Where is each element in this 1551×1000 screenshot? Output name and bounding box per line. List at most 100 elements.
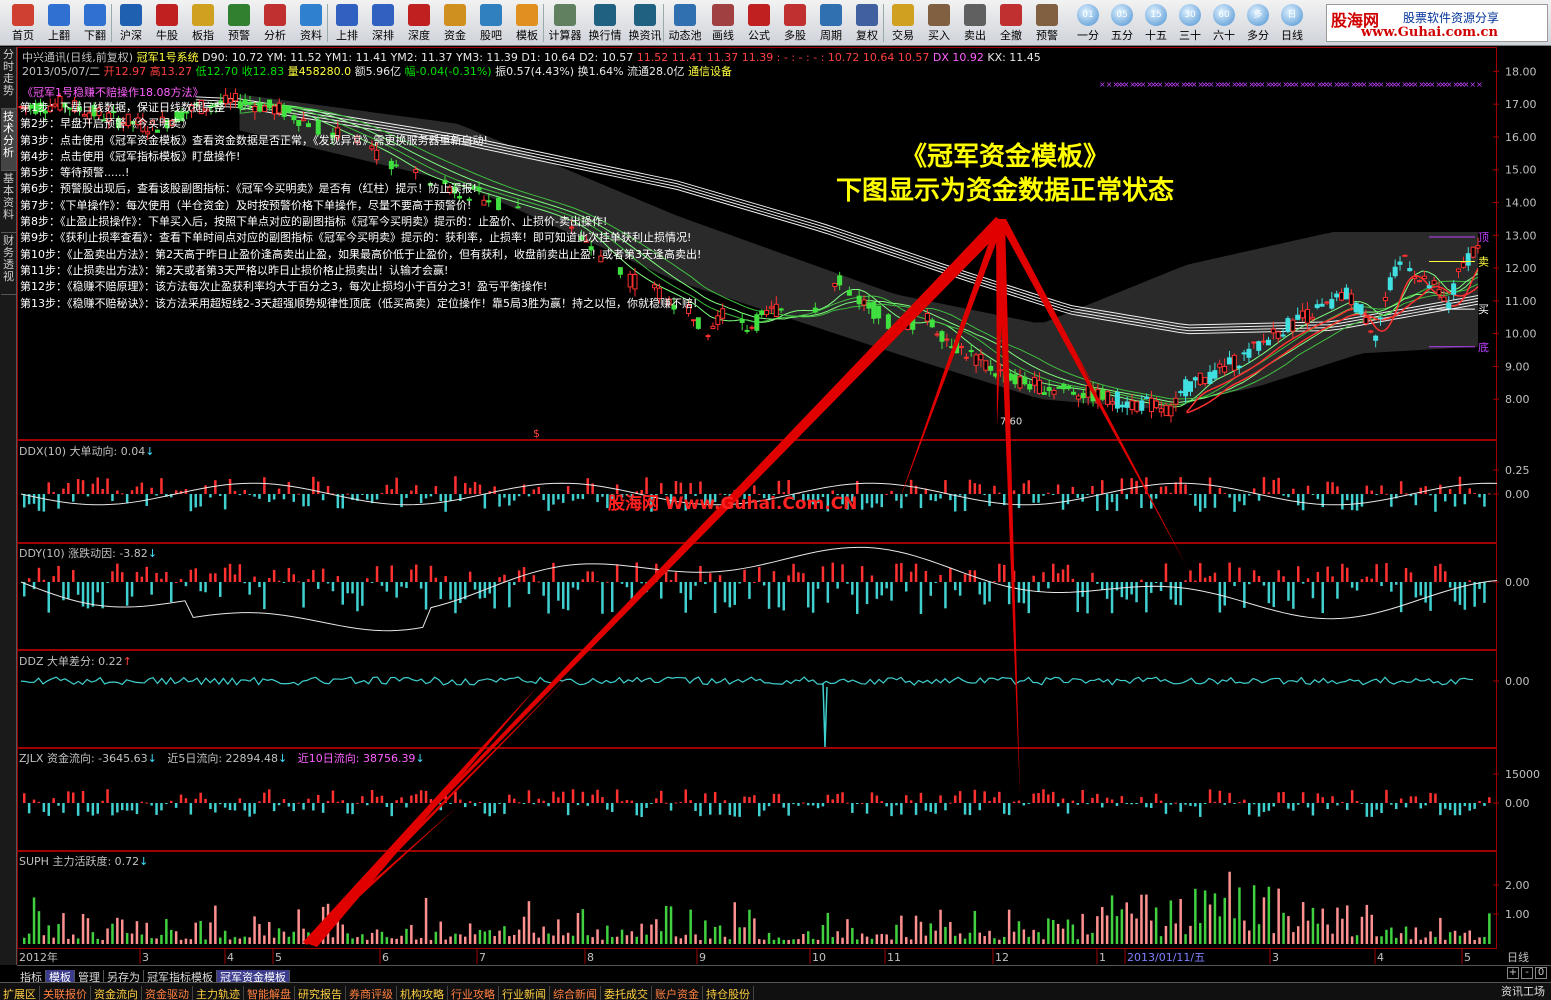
zjlx-bar [1056,803,1060,807]
zjlx-bar [47,803,50,816]
ddy-bar [826,582,830,603]
info-tab-6[interactable]: 研究报告 [295,986,346,1000]
toolbar-button-25[interactable]: 买入 [922,2,956,44]
info-tab-8[interactable]: 机构攻略 [397,986,448,1000]
suph-panel: 2.00 1.00 [23,871,1530,944]
info-tab-0[interactable]: 扩展区 [0,986,40,1000]
zoom-in-button[interactable]: + [1507,967,1519,979]
toolbar-button-24[interactable]: 交易 [886,2,920,44]
toolbar-button-10[interactable]: 深排 [366,2,400,44]
toolbar-button-4[interactable]: 牛股 [150,2,184,44]
date-axis: 2012年 3 4 5 6 7 8 9 10 11 12 1 2013/01/11/五 3 4 5 日线 [17,949,1529,964]
toolbar-button-9[interactable]: 上排 [330,2,364,44]
ddy-bar [1140,579,1143,582]
ddy-bar [532,575,536,582]
zjlx-bar [219,803,222,805]
info-tab-11[interactable]: 综合新闻 [550,986,601,1000]
info-tab-1[interactable]: 关联报价 [40,986,91,1000]
vtab-financial[interactable]: 财务透视 [1,233,16,295]
info-tab-10[interactable]: 行业新闻 [499,986,550,1000]
period-button-0[interactable]: 01 一分 [1072,2,1104,44]
zjlx-bar [728,803,732,815]
ddx-bar [1287,494,1290,498]
toolbar-button-27[interactable]: 全撤 [994,2,1028,44]
info-tab-5[interactable]: 智能解盘 [244,986,295,1000]
toolbar-button-18[interactable]: 动态池 [666,2,704,44]
period-button-3[interactable]: 30 三十 [1174,2,1206,44]
suph-bar [410,924,413,944]
zjlx-bar [664,802,668,804]
candle-body [1295,314,1301,320]
suph-bar [581,909,585,944]
toolbar-button-label: 预警 [228,29,250,42]
toolbar-button-20[interactable]: 公式 [742,2,776,44]
toolbar-button-3[interactable]: 沪深 [114,2,148,44]
zjlx-bar [1370,803,1373,817]
suph-bar [282,931,286,944]
info-tab-12[interactable]: 委托成交 [601,986,652,1000]
toolbar-button-6[interactable]: 预警 [222,2,256,44]
toolbar-button-16[interactable]: 换行情 [586,2,624,44]
vtab-intraday[interactable]: 分时走势 [1,47,16,109]
info-workshop-button[interactable]: 资讯工场 [1501,983,1545,1000]
ddx-bar [557,494,560,500]
suph-bar [1326,924,1329,944]
ddy-bar [924,571,928,582]
high-price: 高13.27 [149,65,193,78]
toolbar-button-label: 换资讯 [628,29,662,42]
info-tab-14[interactable]: 持仓股份 [703,986,754,1000]
zjlx-bar [650,803,653,804]
vtab-technical[interactable]: 技术分析 [1,109,16,171]
toolbar-button-label: 交易 [892,29,914,42]
toolbar-button-7[interactable]: 分析 [258,2,292,44]
toolbar-button-26[interactable]: 卖出 [958,2,992,44]
toolbar-button-21[interactable]: 多股 [778,2,812,44]
zoom-reset-button[interactable]: 0 [1535,967,1547,979]
period-button-4[interactable]: 60 六十 [1208,2,1240,44]
info-tab-3[interactable]: 资金驱动 [142,986,193,1000]
ddy-bar [263,582,266,610]
toolbar-button-22[interactable]: 周期 [814,2,848,44]
industry[interactable]: 通信设备 [688,65,732,78]
toolbar-button-23[interactable]: 复权 [850,2,884,44]
period-button-6[interactable]: 日日线 [1276,2,1308,44]
zjlx-bar [1488,797,1491,803]
toolbar-button-19[interactable]: 画线 [706,2,740,44]
info-tab-7[interactable]: 券商评级 [346,986,397,1000]
ddy-bar [1047,582,1050,589]
ddy-bar [385,582,389,592]
toolbar-button-0[interactable]: 首页 [6,2,40,44]
ddy-bar [204,582,207,593]
period-button-1[interactable]: 05 五分 [1106,2,1138,44]
vtab-fundamental[interactable]: 基本资料 [1,171,16,233]
toolbar-button-15[interactable]: 计算器 [546,2,584,44]
toolbar-button-2[interactable]: 下翻 [78,2,112,44]
toolbar-button-28[interactable]: 预警 [1030,2,1064,44]
suph-bar [258,924,261,944]
zjlx-bar [993,797,996,803]
suph-bar [547,933,550,944]
suph-bar [488,930,491,944]
zjlx-bar [630,800,634,803]
candle-body [1114,391,1120,409]
toolbar-button-5[interactable]: 板指 [186,2,220,44]
period-button-5[interactable]: 多多分 [1242,2,1274,44]
toolbar-button-8[interactable]: 资料 [294,2,328,44]
toolbar-button-14[interactable]: 模板 [510,2,544,44]
ddy-bar [1076,582,1079,612]
toolbar-button-12[interactable]: 资金 [438,2,472,44]
method-step: 第6步：预警股出现后，查看该股副图指标：《冠军今买明卖》是否有（红柱）提示！防止… [20,182,477,196]
info-tab-9[interactable]: 行业攻略 [448,986,499,1000]
info-tab-2[interactable]: 资金流向 [91,986,142,1000]
candle-body [1017,376,1023,389]
info-tab-4[interactable]: 主力轨迹 [193,986,244,1000]
period-button-2[interactable]: 15 十五 [1140,2,1172,44]
zjlx-bar [635,803,638,816]
toolbar-button-13[interactable]: 股吧 [474,2,508,44]
toolbar-button-17[interactable]: 换资讯 [626,2,664,44]
zoom-out-button[interactable]: - [1521,967,1533,979]
info-tab-13[interactable]: 账户资金 [652,986,703,1000]
zjlx-bar [743,796,746,803]
toolbar-button-11[interactable]: 深度 [402,2,436,44]
toolbar-button-1[interactable]: 上翻 [42,2,76,44]
